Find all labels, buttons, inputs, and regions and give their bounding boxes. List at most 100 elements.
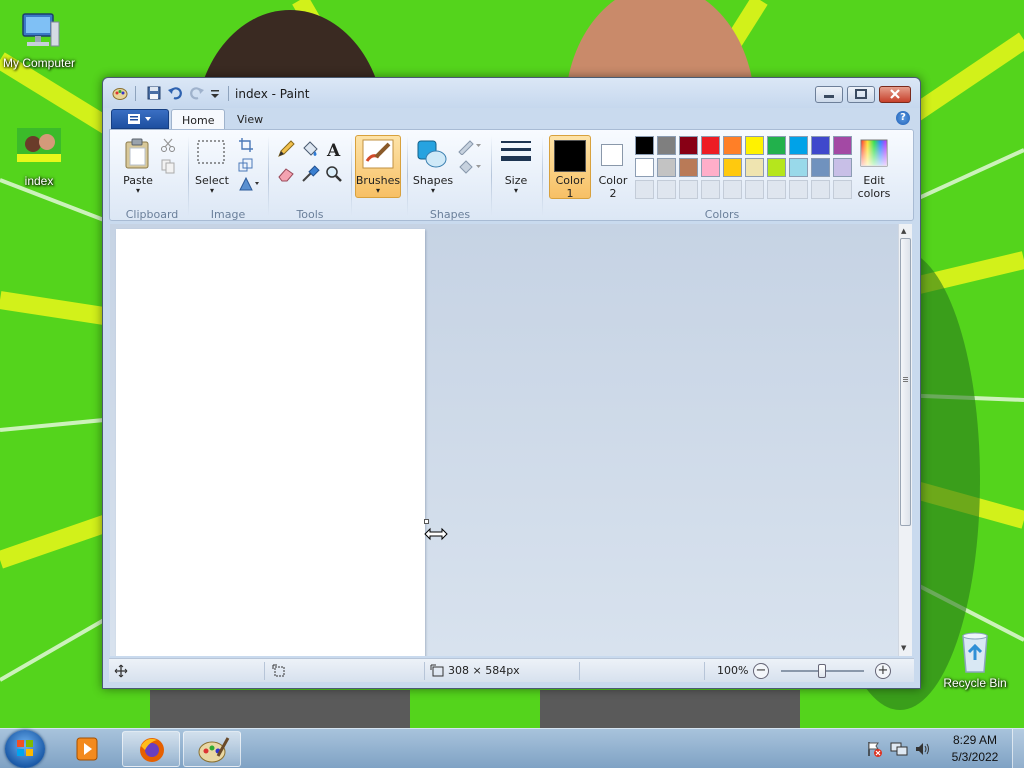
canvas-resize-handle[interactable] <box>424 519 429 524</box>
palette-swatch[interactable] <box>635 158 654 177</box>
palette-swatch[interactable] <box>811 136 830 155</box>
volume-icon[interactable] <box>914 741 932 757</box>
color-picker-icon[interactable] <box>300 164 320 184</box>
edit-colors-button[interactable]: Edit colors <box>851 174 897 200</box>
network-icon[interactable] <box>890 741 908 757</box>
paste-dropdown-icon[interactable]: ▾ <box>130 186 146 195</box>
vertical-scrollbar[interactable]: ▲ ▼ <box>898 224 912 656</box>
taskbar-paint[interactable] <box>183 731 241 767</box>
magnifier-icon[interactable] <box>324 164 344 184</box>
desktop-icon-index[interactable]: index <box>0 128 81 188</box>
resize-icon[interactable] <box>238 157 254 173</box>
palette-swatch[interactable] <box>833 136 852 155</box>
cut-icon[interactable] <box>160 137 176 153</box>
select-rectangle-icon[interactable] <box>196 139 226 165</box>
scroll-down-icon[interactable]: ▼ <box>901 644 906 652</box>
eraser-icon[interactable] <box>276 164 296 184</box>
customize-toolbar-chevron-icon[interactable] <box>209 85 225 101</box>
color2-swatch[interactable] <box>601 144 623 166</box>
help-icon[interactable]: ? <box>896 111 910 125</box>
crop-icon[interactable] <box>238 137 254 153</box>
custom-color-slot[interactable] <box>657 180 676 199</box>
start-button[interactable] <box>5 730 45 768</box>
scrollbar-thumb[interactable] <box>900 238 911 526</box>
desktop-icon-my-computer[interactable]: My Computer <box>0 10 81 70</box>
palette-swatch[interactable] <box>723 136 742 155</box>
palette-swatch[interactable] <box>811 158 830 177</box>
zoom-slider-thumb[interactable] <box>818 664 826 678</box>
taskbar-media-player[interactable] <box>58 731 116 767</box>
custom-color-slot[interactable] <box>723 180 742 199</box>
close-button[interactable] <box>879 86 911 103</box>
palette-swatch[interactable] <box>745 158 764 177</box>
select-dropdown-icon[interactable]: ▾ <box>204 186 220 195</box>
undo-icon[interactable] <box>167 85 183 101</box>
size-dropdown-icon[interactable]: ▾ <box>508 186 524 195</box>
custom-color-slot[interactable] <box>833 180 852 199</box>
taskbar: 8:29 AM 5/3/2022 <box>0 728 1024 768</box>
zoom-out-button[interactable]: − <box>753 663 769 679</box>
palette-swatch[interactable] <box>701 158 720 177</box>
tab-view[interactable]: View <box>227 109 273 130</box>
tab-home[interactable]: Home <box>171 109 226 130</box>
fill-icon[interactable] <box>456 158 482 176</box>
palette-swatch[interactable] <box>679 136 698 155</box>
text-icon[interactable]: A <box>324 139 344 161</box>
clock-time[interactable]: 8:29 AM <box>945 733 1005 747</box>
custom-color-slot[interactable] <box>679 180 698 199</box>
redo-icon[interactable] <box>189 85 205 101</box>
canvas-workspace[interactable] <box>110 224 905 656</box>
group-separator <box>268 136 269 216</box>
taskbar-firefox[interactable] <box>122 731 180 767</box>
action-center-flag-icon[interactable] <box>866 741 882 757</box>
zoom-level: 100% <box>717 664 749 677</box>
brush-icon <box>362 139 394 169</box>
desktop-icon-label: index <box>24 174 54 188</box>
show-desktop-button[interactable] <box>1012 729 1024 768</box>
custom-color-slot[interactable] <box>635 180 654 199</box>
save-icon[interactable] <box>146 85 162 101</box>
title-bar[interactable]: index - Paint <box>103 78 920 108</box>
maximize-button[interactable] <box>847 86 875 103</box>
palette-swatch[interactable] <box>767 158 786 177</box>
clipboard-paste-icon[interactable] <box>122 138 152 170</box>
drawing-canvas[interactable] <box>116 229 425 656</box>
image-dimensions: 308 × 584px <box>448 664 520 677</box>
custom-color-slot[interactable] <box>745 180 764 199</box>
palette-swatch[interactable] <box>635 136 654 155</box>
group-separator <box>542 136 543 216</box>
palette-swatch[interactable] <box>657 158 676 177</box>
palette-swatch[interactable] <box>789 158 808 177</box>
paint-app-icon[interactable] <box>112 85 128 101</box>
custom-color-slot[interactable] <box>789 180 808 199</box>
fill-bucket-icon[interactable] <box>300 139 320 159</box>
copy-icon[interactable] <box>160 158 176 174</box>
scroll-up-icon[interactable]: ▲ <box>901 227 906 235</box>
pencil-icon[interactable] <box>276 139 296 159</box>
custom-color-slot[interactable] <box>701 180 720 199</box>
edit-colors-icon[interactable] <box>860 139 888 167</box>
color2-button[interactable]: Color 2 <box>592 174 634 200</box>
outline-icon[interactable] <box>456 137 482 156</box>
palette-swatch[interactable] <box>789 136 808 155</box>
palette-swatch[interactable] <box>767 136 786 155</box>
palette-swatch[interactable] <box>657 136 676 155</box>
palette-swatch[interactable] <box>723 158 742 177</box>
palette-swatch[interactable] <box>833 158 852 177</box>
palette-swatch[interactable] <box>701 136 720 155</box>
cursor-position-icon <box>114 664 128 678</box>
desktop-icon-recycle-bin[interactable]: Recycle Bin <box>933 630 1017 690</box>
custom-color-slot[interactable] <box>767 180 786 199</box>
shapes-dropdown-icon[interactable]: ▾ <box>425 186 441 195</box>
shapes-icon[interactable] <box>416 137 448 169</box>
rotate-icon[interactable] <box>238 176 260 192</box>
palette-swatch[interactable] <box>679 158 698 177</box>
zoom-in-button[interactable]: + <box>875 663 891 679</box>
paint-menu-button[interactable] <box>111 109 169 129</box>
palette-swatch[interactable] <box>745 136 764 155</box>
custom-color-slot[interactable] <box>811 180 830 199</box>
brushes-dropdown-icon[interactable]: ▾ <box>370 186 386 195</box>
clock-date[interactable]: 5/3/2022 <box>945 750 1005 764</box>
size-lines-icon[interactable] <box>499 139 533 167</box>
minimize-button[interactable] <box>815 86 843 103</box>
